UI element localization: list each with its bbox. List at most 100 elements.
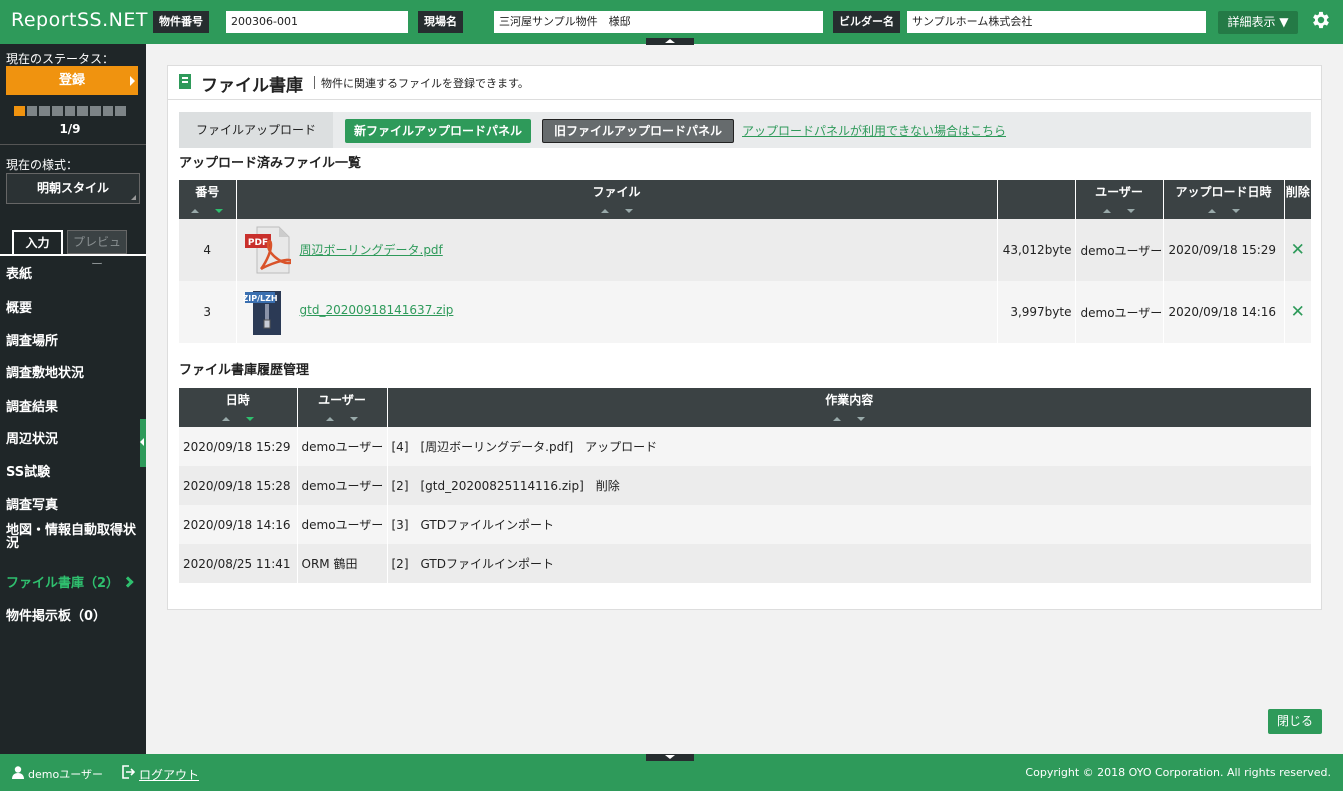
file-upload-date: 2020/09/18 14:16 <box>1163 281 1285 343</box>
files-section-title: アップロード済みファイル一覧 <box>179 156 362 171</box>
column-header-number[interactable]: 番号 <box>179 180 237 219</box>
sort-arrows-icon[interactable] <box>388 412 1312 422</box>
delete-icon[interactable]: ✕ <box>1291 240 1305 260</box>
table-row: 2020/09/18 15:29 demoユーザー [4] [周辺ボーリングデー… <box>179 427 1311 466</box>
column-header-date[interactable]: 日時 <box>179 388 298 427</box>
column-header-user[interactable]: ユーザー <box>297 388 388 427</box>
header-collapse-tab[interactable] <box>646 38 694 45</box>
column-header-upload-date[interactable]: アップロード日時 <box>1163 180 1285 219</box>
logout-icon[interactable] <box>121 765 135 779</box>
sort-arrows-icon[interactable] <box>298 412 387 422</box>
status-progress <box>14 106 127 116</box>
progress-text: 1/9 <box>59 122 81 136</box>
history-user: demoユーザー <box>297 505 388 544</box>
file-number: 3 <box>179 281 237 343</box>
history-date: 2020/09/18 15:29 <box>179 427 298 466</box>
column-header-size <box>997 180 1076 219</box>
table-row: 3 ZIP/LZH gtd_20200918141637.zip 3,997by… <box>179 281 1311 343</box>
page-subtitle: 物件に関連するファイルを登録できます。 <box>321 77 529 90</box>
column-header-user[interactable]: ユーザー <box>1075 180 1164 219</box>
sidebar-item-survey-location[interactable]: 調査場所 <box>6 330 58 349</box>
sidebar-item-overview[interactable]: 概要 <box>6 297 32 316</box>
file-size: 43,012byte <box>997 219 1076 281</box>
progress-segment <box>52 106 63 116</box>
sort-arrows-icon[interactable] <box>179 412 297 422</box>
delete-cell: ✕ <box>1284 219 1311 281</box>
site-name-label: 現場名 <box>418 11 463 33</box>
sort-arrows-icon[interactable] <box>1164 204 1284 214</box>
progress-segment <box>102 106 114 116</box>
history-section-title: ファイル書庫履歴管理 <box>179 363 310 378</box>
sidebar-item-ss-test[interactable]: SS試験 <box>6 461 50 480</box>
delete-icon[interactable]: ✕ <box>1291 302 1305 322</box>
file-link[interactable]: 周辺ボーリングデータ.pdf <box>300 241 443 258</box>
tab-preview[interactable]: プレビュー <box>67 230 127 271</box>
property-no-label: 物件番号 <box>153 11 209 33</box>
sidebar-item-bulletin[interactable]: 物件掲示板（0） <box>6 605 106 624</box>
sidebar-item-survey-results[interactable]: 調査結果 <box>6 396 58 415</box>
column-header-delete: 削除 <box>1284 180 1311 219</box>
sort-arrows-icon[interactable] <box>1076 204 1163 214</box>
column-header-file[interactable]: ファイル <box>236 180 998 219</box>
history-date: 2020/08/25 11:41 <box>179 544 298 583</box>
title-divider <box>314 76 315 89</box>
history-action: [2] [gtd_20200825114116.zip] 削除 <box>387 466 1311 505</box>
document-icon <box>179 74 191 89</box>
style-label: 現在の様式： <box>6 158 79 172</box>
file-number: 4 <box>179 219 237 281</box>
sidebar-item-label: ファイル書庫（2） <box>6 576 120 591</box>
gear-icon[interactable] <box>1310 9 1332 31</box>
file-cell: PDF 周辺ボーリングデータ.pdf <box>236 219 998 281</box>
logout-link[interactable]: ログアウト <box>139 766 199 783</box>
history-table: 日時 ユーザー 作業内容 2020/09/18 15:29 demoユーザー [… <box>179 388 1311 583</box>
history-action: [2] GTDファイルインポート <box>387 544 1311 583</box>
upload-help-link[interactable]: アップロードパネルが利用できない場合はこちら <box>742 122 1006 139</box>
sort-arrows-icon[interactable] <box>237 204 997 214</box>
old-upload-panel-button[interactable]: 旧ファイルアップロードパネル <box>542 119 734 143</box>
status-label: 現在のステータス： <box>6 52 115 66</box>
sort-arrows-icon[interactable] <box>179 204 236 214</box>
file-user: demoユーザー <box>1075 219 1164 281</box>
copyright-text: Copyright © 2018 OYO Corporation. All ri… <box>1025 766 1331 779</box>
tab-file-upload[interactable]: ファイルアップロード <box>179 112 333 148</box>
progress-segment <box>26 106 38 116</box>
sidebar-item-site-condition[interactable]: 調査敷地状況 <box>6 362 84 381</box>
divider <box>0 144 146 145</box>
sidebar-item-photos[interactable]: 調査写真 <box>6 494 58 513</box>
sidebar-item-surroundings[interactable]: 周辺状況 <box>6 428 58 447</box>
history-user: demoユーザー <box>297 427 388 466</box>
pdf-file-icon: PDF <box>244 226 291 274</box>
progress-segment <box>14 106 25 116</box>
property-no-field: 200306-001 <box>226 11 408 33</box>
file-user: demoユーザー <box>1075 281 1164 343</box>
progress-segment <box>115 106 127 116</box>
sidebar-item-file-library[interactable]: ファイル書庫（2） <box>6 572 134 591</box>
table-row: 4 PDF 周辺ボーリングデータ.pdf 43,012byte demoユーザー… <box>179 219 1311 281</box>
status-button[interactable]: 登録 <box>6 66 138 95</box>
history-date: 2020/09/18 14:16 <box>179 505 298 544</box>
delete-cell: ✕ <box>1284 281 1311 343</box>
column-header-action[interactable]: 作業内容 <box>387 388 1311 427</box>
style-select[interactable]: 明朝スタイル <box>6 173 140 204</box>
app-logo[interactable]: ReportSS.NET <box>11 9 148 31</box>
table-row: 2020/08/25 11:41 ORM 鶴田 [2] GTDファイルインポート <box>179 544 1311 583</box>
progress-segment <box>77 106 89 116</box>
upload-toolbar: ファイルアップロード 新ファイルアップロードパネル 旧ファイルアップロードパネル… <box>179 112 1311 148</box>
new-upload-panel-button[interactable]: 新ファイルアップロードパネル <box>345 119 531 143</box>
footer-collapse-tab[interactable] <box>646 754 694 761</box>
tab-input[interactable]: 入力 <box>12 230 63 254</box>
file-link[interactable]: gtd_20200918141637.zip <box>300 303 454 317</box>
close-button[interactable]: 閉じる <box>1268 709 1322 734</box>
page-title: ファイル書庫 <box>201 76 303 96</box>
footer-username: demoユーザー <box>28 768 103 781</box>
detail-view-button[interactable]: 詳細表示 ▼ <box>1218 11 1298 34</box>
sidebar-item-cover[interactable]: 表紙 <box>6 263 32 282</box>
history-user: ORM 鶴田 <box>297 544 388 583</box>
history-date: 2020/09/18 15:28 <box>179 466 298 505</box>
sidebar-item-map-info[interactable]: 地図・情報自動取得状況 <box>6 524 142 550</box>
history-action: [3] GTDファイルインポート <box>387 505 1311 544</box>
user-icon <box>12 766 24 779</box>
table-row: 2020/09/18 14:16 demoユーザー [3] GTDファイルインポ… <box>179 505 1311 544</box>
sidebar-collapse-handle[interactable] <box>140 419 146 467</box>
progress-segment <box>39 106 51 116</box>
